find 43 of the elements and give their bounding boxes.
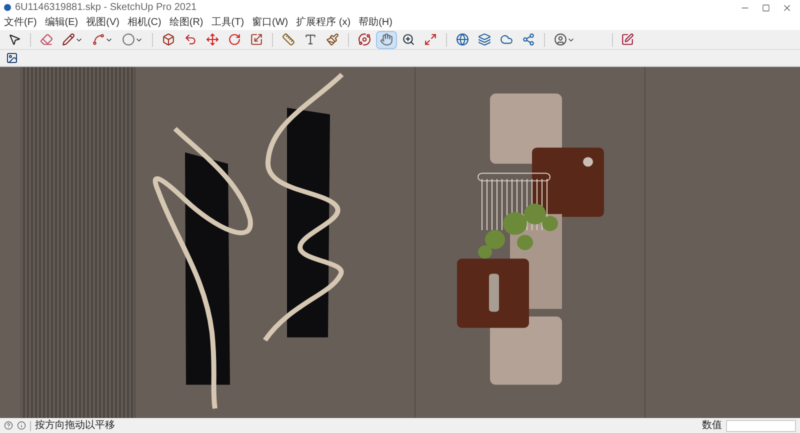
image-icon (6, 52, 18, 64)
move-arrows-icon (206, 33, 219, 46)
menu-item[interactable]: 工具(T) (211, 18, 244, 28)
status-hint: 按方向拖动以平移 (35, 420, 115, 430)
toolbar-button[interactable] (4, 51, 20, 65)
app-logo-icon (4, 4, 11, 11)
menu-item[interactable]: 扩展程序 (x) (296, 18, 351, 28)
box-icon (162, 33, 175, 46)
hand-icon (380, 33, 393, 46)
zoom-extents-icon (424, 33, 437, 46)
close-icon[interactable] (782, 2, 792, 12)
arc-icon (92, 33, 105, 46)
paint-icon (326, 33, 339, 46)
help-icon[interactable] (4, 421, 13, 430)
eraser-icon (40, 33, 53, 46)
measurements-label: 数值 (702, 420, 722, 430)
menu-item[interactable]: 文件(F) (4, 18, 37, 28)
share-icon (522, 33, 535, 46)
pencil-icon (62, 33, 75, 46)
orbit-icon (358, 33, 371, 46)
layers-icon (478, 33, 491, 46)
circle-icon (122, 33, 135, 46)
menu-item[interactable]: 视图(V) (86, 18, 120, 28)
menu-item[interactable]: 帮助(H) (358, 18, 392, 28)
zoom-icon (402, 33, 415, 46)
globe-icon (456, 33, 469, 46)
ruler-icon (282, 33, 295, 46)
edit-icon (621, 33, 634, 46)
text-icon (304, 33, 317, 46)
menu-item[interactable]: 相机(C) (127, 18, 162, 28)
info-icon[interactable] (17, 421, 26, 430)
menu-item[interactable]: 编辑(E) (44, 18, 78, 28)
scale-icon (250, 33, 263, 46)
window-title: 6U1146319881.skp - SketchUp Pro 2021 (15, 2, 197, 12)
rotate-icon (228, 33, 241, 46)
menu-item[interactable]: 绘图(R) (169, 18, 204, 28)
curved-arrow-icon (184, 33, 197, 46)
maximize-icon[interactable] (762, 4, 770, 12)
select-arrow-icon (8, 33, 21, 46)
user-icon (554, 33, 567, 46)
menu-item[interactable]: 窗口(W) (252, 18, 288, 28)
measurements-field[interactable] (726, 420, 796, 432)
cloud-icon (500, 33, 513, 46)
